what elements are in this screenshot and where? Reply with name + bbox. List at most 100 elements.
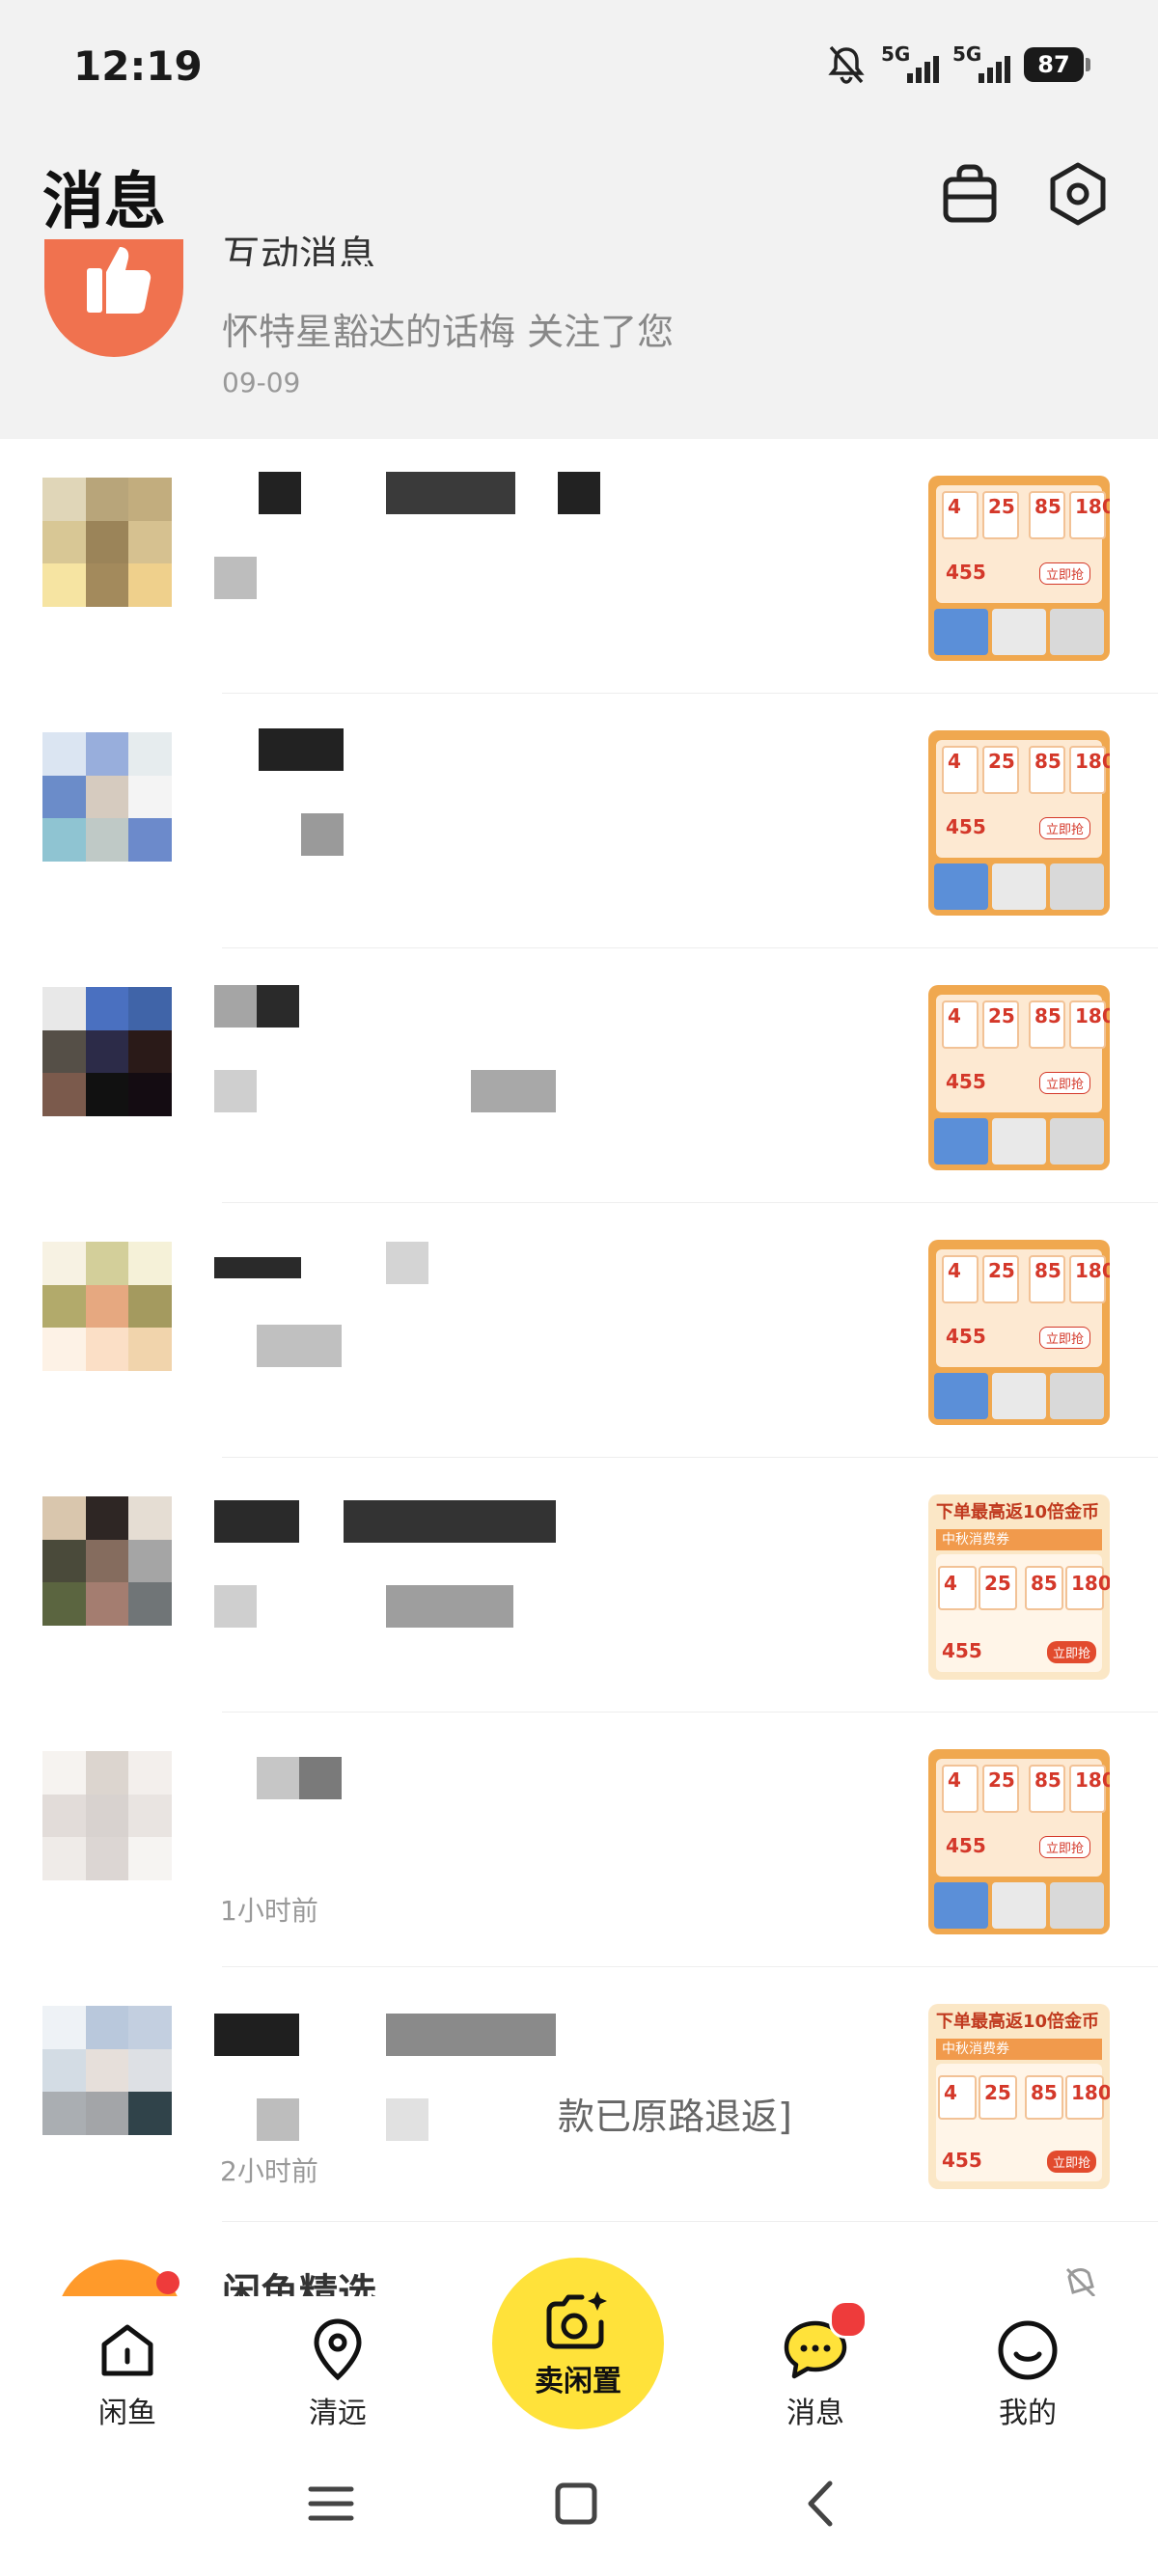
promo-value: 85 xyxy=(1034,1768,1062,1792)
promo-value: 180 xyxy=(1075,495,1110,518)
message-time: 2小时前 xyxy=(220,2155,318,2187)
promo-value: 180 xyxy=(1075,1259,1110,1282)
thumbs-up-icon xyxy=(87,247,152,314)
promo-value: 25 xyxy=(988,1259,1015,1282)
xianyu-select-title: 闲鱼精选 xyxy=(222,2271,376,2296)
home-icon xyxy=(101,2324,153,2376)
promo-buy-label: 立即抢 xyxy=(1038,1836,1090,1858)
contact-name-redacted xyxy=(386,2014,556,2056)
promo-value: 455 xyxy=(946,1070,986,1093)
interaction-subtitle: 怀特星豁达的话梅 关注了您 xyxy=(222,311,675,353)
promo-banner: 下单最高返10倍金币 xyxy=(936,1502,1100,1522)
promo-value: 4 xyxy=(948,750,961,773)
avatar xyxy=(42,2006,172,2135)
promo-value: 85 xyxy=(1031,1572,1058,1595)
conversation-row[interactable]: 下单最高返10倍金币 中秋消费券 4 25 85 180 455 立即抢 xyxy=(0,1458,1158,1713)
promo-value: 4 xyxy=(948,1768,961,1792)
tab-home-label: 闲鱼 xyxy=(98,2397,156,2430)
promo-value: 455 xyxy=(946,1834,986,1857)
promo-thumbnail[interactable]: 4 25 85 180 455 立即抢 xyxy=(928,476,1110,661)
contact-name-redacted xyxy=(214,1500,299,1543)
promo-buy-label: 立即抢 xyxy=(1038,1072,1090,1094)
promo-value: 180 xyxy=(1075,750,1110,773)
promo-value: 85 xyxy=(1034,1259,1062,1282)
shop-bag-icon[interactable] xyxy=(936,160,1004,228)
contact-name-redacted xyxy=(386,1242,428,1284)
status-icons: 5G 5G 87 xyxy=(825,42,1090,87)
camera-sparkle-icon xyxy=(546,2291,607,2349)
contact-name-redacted xyxy=(257,985,299,1028)
message-preview-redacted xyxy=(471,1070,556,1112)
contact-name-redacted xyxy=(344,1500,556,1543)
page-title: 消息 xyxy=(42,167,166,238)
promo-value: 455 xyxy=(942,2149,982,2172)
contact-name-redacted xyxy=(386,472,515,514)
promo-value: 25 xyxy=(988,1768,1015,1792)
promo-value: 25 xyxy=(988,750,1015,773)
conversation-row[interactable]: 4 25 85 180 455 立即抢 xyxy=(0,439,1158,694)
promo-value: 85 xyxy=(1034,495,1062,518)
promo-section: 中秋消费券 xyxy=(936,2039,1102,2060)
tab-home[interactable]: 闲鱼 xyxy=(69,2316,185,2431)
promo-thumbnail-coins[interactable]: 下单最高返10倍金币 中秋消费券 4 25 85 180 455 立即抢 xyxy=(928,1494,1110,1680)
promo-value: 25 xyxy=(988,495,1015,518)
contact-name-redacted xyxy=(558,472,600,514)
promo-thumbnail-coins[interactable]: 下单最高返10倍金币 中秋消费券 4 25 85 180 455 立即抢 xyxy=(928,2004,1110,2189)
promo-value: 180 xyxy=(1075,1004,1110,1028)
avatar xyxy=(42,732,172,862)
promo-value: 85 xyxy=(1034,1004,1062,1028)
promo-value: 25 xyxy=(984,1572,1011,1595)
message-preview-redacted xyxy=(214,1070,257,1112)
sell-item-button[interactable]: 卖闲置 xyxy=(492,2258,664,2429)
promo-thumbnail[interactable]: 4 25 85 180 455 立即抢 xyxy=(928,1240,1110,1425)
back-icon[interactable] xyxy=(787,2470,855,2537)
promo-value: 455 xyxy=(942,1639,982,1662)
battery-icon: 87 xyxy=(1024,47,1090,82)
message-preview-redacted xyxy=(386,2098,428,2141)
contact-name-redacted xyxy=(259,728,344,771)
location-icon xyxy=(314,2318,362,2381)
tab-profile[interactable]: 我的 xyxy=(970,2316,1086,2431)
promo-banner: 下单最高返10倍金币 xyxy=(936,2012,1100,2032)
avatar xyxy=(42,478,172,607)
conversation-row[interactable]: 4 25 85 180 455 立即抢 xyxy=(0,1203,1158,1458)
mute-icon xyxy=(1065,2267,1096,2296)
tab-messages-label: 消息 xyxy=(786,2397,844,2430)
conversation-row[interactable]: 4 25 85 180 455 立即抢 xyxy=(0,948,1158,1203)
thumbs-up-avatar xyxy=(44,239,183,357)
promo-value: 85 xyxy=(1031,2081,1058,2104)
message-preview-redacted xyxy=(257,2098,299,2141)
message-preview-redacted xyxy=(301,813,344,856)
promo-value: 455 xyxy=(946,1325,986,1348)
unread-dot xyxy=(156,2271,179,2294)
conversation-row[interactable]: 1小时前 4 25 85 180 455 立即抢 xyxy=(0,1713,1158,1967)
top-area: 12:19 5G 5G 87 消息 互动消息 怀特星豁达的话梅 关注了您 09-… xyxy=(0,0,1158,439)
menu-icon[interactable] xyxy=(297,2470,365,2537)
promo-value: 180 xyxy=(1071,2081,1110,2104)
message-preview-redacted xyxy=(257,1325,342,1367)
promo-value: 180 xyxy=(1075,1768,1110,1792)
settings-icon[interactable] xyxy=(1044,160,1112,228)
promo-value: 455 xyxy=(946,815,986,838)
avatar xyxy=(42,1751,172,1880)
promo-value: 25 xyxy=(984,2081,1011,2104)
conversation-row[interactable]: 4 25 85 180 455 立即抢 xyxy=(0,694,1158,948)
promo-product-strip xyxy=(934,1118,1104,1165)
contact-name-redacted xyxy=(214,2014,299,2056)
promo-value: 4 xyxy=(948,1004,961,1028)
message-time: 1小时前 xyxy=(220,1895,318,1927)
promo-buy-label: 立即抢 xyxy=(1038,562,1090,585)
tab-location[interactable]: 清远 xyxy=(280,2316,396,2431)
home-square-icon[interactable] xyxy=(542,2470,610,2537)
promo-thumbnail[interactable]: 4 25 85 180 455 立即抢 xyxy=(928,1749,1110,1934)
promo-thumbnail[interactable]: 4 25 85 180 455 立即抢 xyxy=(928,730,1110,916)
tab-location-label: 清远 xyxy=(309,2397,367,2430)
contact-name-redacted xyxy=(214,1257,301,1278)
tab-profile-label: 我的 xyxy=(999,2397,1057,2430)
promo-buy-label: 立即抢 xyxy=(1038,1327,1090,1349)
promo-thumbnail[interactable]: 4 25 85 180 455 立即抢 xyxy=(928,985,1110,1170)
promo-product-strip xyxy=(934,609,1104,655)
signal-icon: 5G xyxy=(952,42,1010,87)
conversation-row[interactable]: 款已原路退返] 2小时前 下单最高返10倍金币 中秋消费券 4 25 85 180 455 立… xyxy=(0,1967,1158,2222)
messages-badge xyxy=(829,2300,868,2339)
